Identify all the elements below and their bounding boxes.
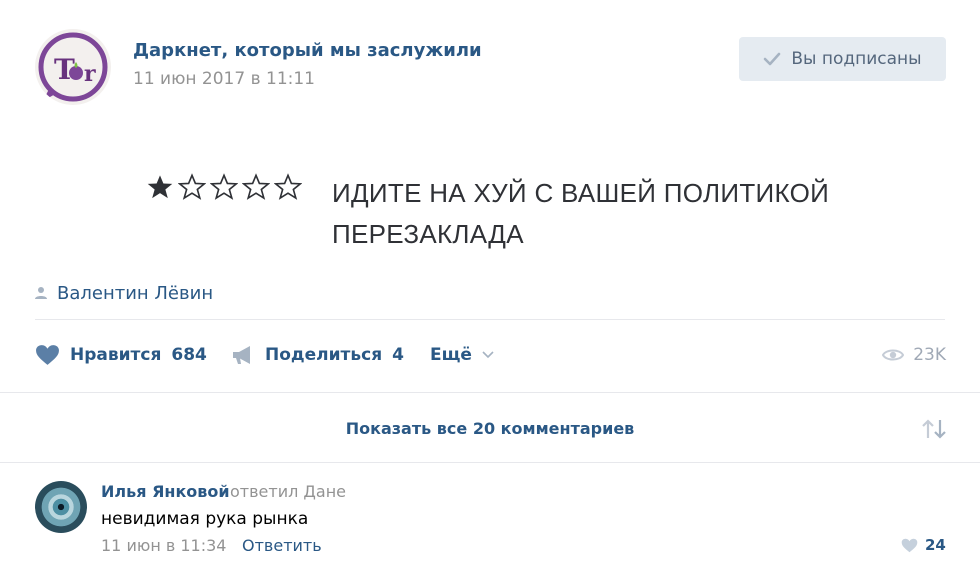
post-image[interactable]: ИДИТЕ НА ХУЙ С ВАШЕЙ ПОЛИТИКОЙ ПЕРЕЗАКЛА…: [138, 163, 850, 263]
more-button[interactable]: Ещё: [430, 334, 494, 376]
divider: [0, 392, 980, 393]
star-empty-icon: [274, 173, 302, 200]
comment-reply-to[interactable]: ответил Дане: [230, 482, 346, 501]
comment-reply-button[interactable]: Ответить: [242, 536, 322, 555]
group-avatar[interactable]: T r: [35, 29, 111, 105]
post-author-name[interactable]: Валентин Лёвин: [57, 283, 213, 304]
post-date[interactable]: 11 июн 2017 в 11:11: [133, 69, 315, 89]
subscribed-button[interactable]: Вы подписаны: [739, 37, 946, 81]
heart-icon: [36, 345, 59, 365]
tor-logo: T r: [38, 32, 108, 102]
star-empty-icon: [178, 173, 206, 200]
show-comments-bar: Показать все 20 комментариев: [0, 410, 980, 450]
comment-item: Илья Янковой ответил Дане невидимая рука…: [0, 470, 980, 568]
megaphone-icon: [233, 346, 250, 364]
share-label: Поделиться: [265, 345, 383, 365]
post-actions: Нравится 684 Поделиться 4 Ещё 23K: [35, 334, 946, 376]
svg-text:r: r: [84, 61, 96, 87]
show-all-comments-link[interactable]: Показать все 20 комментариев: [0, 419, 980, 438]
comment-like-count: 24: [925, 536, 946, 554]
sort-arrows-icon[interactable]: [921, 418, 947, 440]
divider: [35, 319, 945, 320]
person-icon: [35, 287, 47, 299]
rating-stars: [146, 173, 302, 201]
like-button[interactable]: Нравится 684: [35, 334, 207, 376]
group-name-link[interactable]: Даркнет, который мы заслужили: [133, 40, 482, 61]
comment-author-link[interactable]: Илья Янковой: [101, 482, 230, 501]
image-caption: ИДИТЕ НА ХУЙ С ВАШЕЙ ПОЛИТИКОЙ ПЕРЕЗАКЛА…: [332, 178, 830, 249]
more-label: Ещё: [430, 345, 472, 365]
eye-icon: [882, 349, 905, 361]
comment-text: невидимая рука рынка: [101, 509, 309, 529]
comment-date[interactable]: 11 июн в 11:34: [101, 536, 226, 555]
like-label: Нравится: [70, 345, 162, 365]
subscribed-button-label: Вы подписаны: [791, 49, 922, 69]
views-count: 23K: [913, 345, 946, 365]
share-count: 4: [392, 345, 404, 365]
comment-like-button[interactable]: 24: [901, 536, 946, 554]
divider: [0, 462, 980, 463]
like-count: 684: [171, 345, 207, 365]
post-author[interactable]: Валентин Лёвин: [34, 280, 213, 306]
check-icon: [764, 52, 781, 66]
comment-avatar[interactable]: [35, 481, 87, 533]
star-empty-icon: [210, 173, 238, 200]
chevron-down-icon: [482, 351, 494, 359]
views-counter: 23K: [882, 334, 946, 376]
post-header: T r Даркнет, который мы заслужили 11 июн…: [0, 0, 980, 110]
star-empty-icon: [242, 173, 270, 200]
share-button[interactable]: Поделиться 4: [231, 334, 404, 376]
star-filled-icon: [147, 175, 173, 199]
small-heart-icon: [901, 538, 918, 552]
